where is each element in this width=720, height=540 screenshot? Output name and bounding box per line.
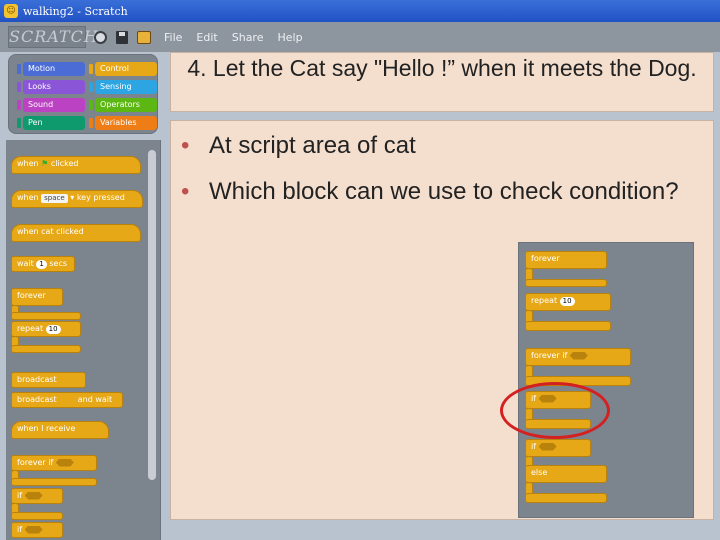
green-flag-icon: ⚑ [41,159,49,168]
menu: File Edit Share Help [164,31,317,44]
menu-bar: SCRATCH File Edit Share Help [0,22,720,52]
category-looks[interactable]: Looks [17,80,85,94]
when-sprite-clicked-block[interactable]: when cat clicked [11,224,141,242]
inset-forever-if-block[interactable]: forever if [525,348,631,366]
category-pen[interactable]: Pen [17,116,85,130]
when-i-receive-block[interactable]: when I receive [11,421,109,439]
menu-help[interactable]: Help [277,31,302,44]
broadcast-block[interactable]: broadcast [11,372,86,388]
inset-if-else-bottom [525,493,607,503]
wait-secs-block[interactable]: wait 1 secs [11,256,75,272]
if-block-bottom [11,512,63,520]
category-sensing[interactable]: Sensing [89,80,157,94]
control-blocks-inset: forever repeat 10 forever if if if else [518,242,694,518]
inset-repeat-value[interactable]: 10 [559,297,575,306]
menu-edit[interactable]: Edit [196,31,217,44]
bullet-1: • At script area of cat [179,127,699,165]
forever-if-block[interactable]: forever if [11,455,97,471]
highlight-circle [500,382,610,439]
broadcast-and-wait-block[interactable]: broadcast and wait [11,392,123,408]
forever-block-bottom [11,312,81,320]
inset-else-label: else [525,465,607,483]
category-control[interactable]: Control [89,62,157,76]
bullet-2: • Which block can we use to check condit… [179,173,679,211]
if-block[interactable]: if [11,488,63,504]
language-globe-icon[interactable] [92,29,108,45]
scratch-cat-icon: ☺ [4,4,18,18]
menu-share[interactable]: Share [232,31,264,44]
bullet-dot-icon: • [181,132,190,159]
when-key-pressed-block[interactable]: when space ▾ key pressed [11,190,143,208]
if-condition-slot[interactable] [24,491,43,500]
block-categories: Motion Control Looks Sensing Sound Opera… [8,54,158,134]
category-motion[interactable]: Motion [17,62,85,76]
inset-forever-if-slot[interactable] [569,351,588,360]
inset-forever-block[interactable]: forever [525,251,607,269]
forever-block[interactable]: forever [11,288,63,306]
category-sound[interactable]: Sound [17,98,85,112]
repeat-block-bottom [11,345,81,353]
repeat-block[interactable]: repeat 10 [11,321,81,337]
save-disk-icon[interactable] [114,29,130,45]
title-bar: ☺ walking2 - Scratch [0,0,720,22]
inset-if-else-slot[interactable] [538,442,557,451]
key-dropdown[interactable]: space [41,194,68,203]
wait-value-input[interactable]: 1 [36,260,47,269]
if-else-block[interactable]: if [11,522,63,538]
condition-slot[interactable] [55,458,74,467]
palette-scrollbar[interactable] [148,150,156,480]
when-flag-clicked-block[interactable]: when ⚑ clicked [11,156,141,174]
repeat-value-input[interactable]: 10 [45,325,61,334]
bullet-dot-icon: • [181,178,190,205]
scratch-logo: SCRATCH [8,26,99,48]
inset-if-else-block[interactable]: if [525,439,591,457]
inset-repeat-bottom [525,321,611,331]
category-operators[interactable]: Operators [89,98,157,112]
if-else-condition-slot[interactable] [24,525,43,534]
slide-title: 4. Let the Cat say "Hello !” when it mee… [170,52,714,112]
dropdown-arrow-icon: ▾ [70,193,75,202]
window-title: walking2 - Scratch [23,4,128,18]
inset-forever-bottom [525,279,607,287]
menu-file[interactable]: File [164,31,182,44]
category-variables[interactable]: Variables [89,116,157,130]
forever-if-bottom [11,478,97,486]
inset-repeat-block[interactable]: repeat 10 [525,293,611,311]
share-icon[interactable] [136,29,152,45]
